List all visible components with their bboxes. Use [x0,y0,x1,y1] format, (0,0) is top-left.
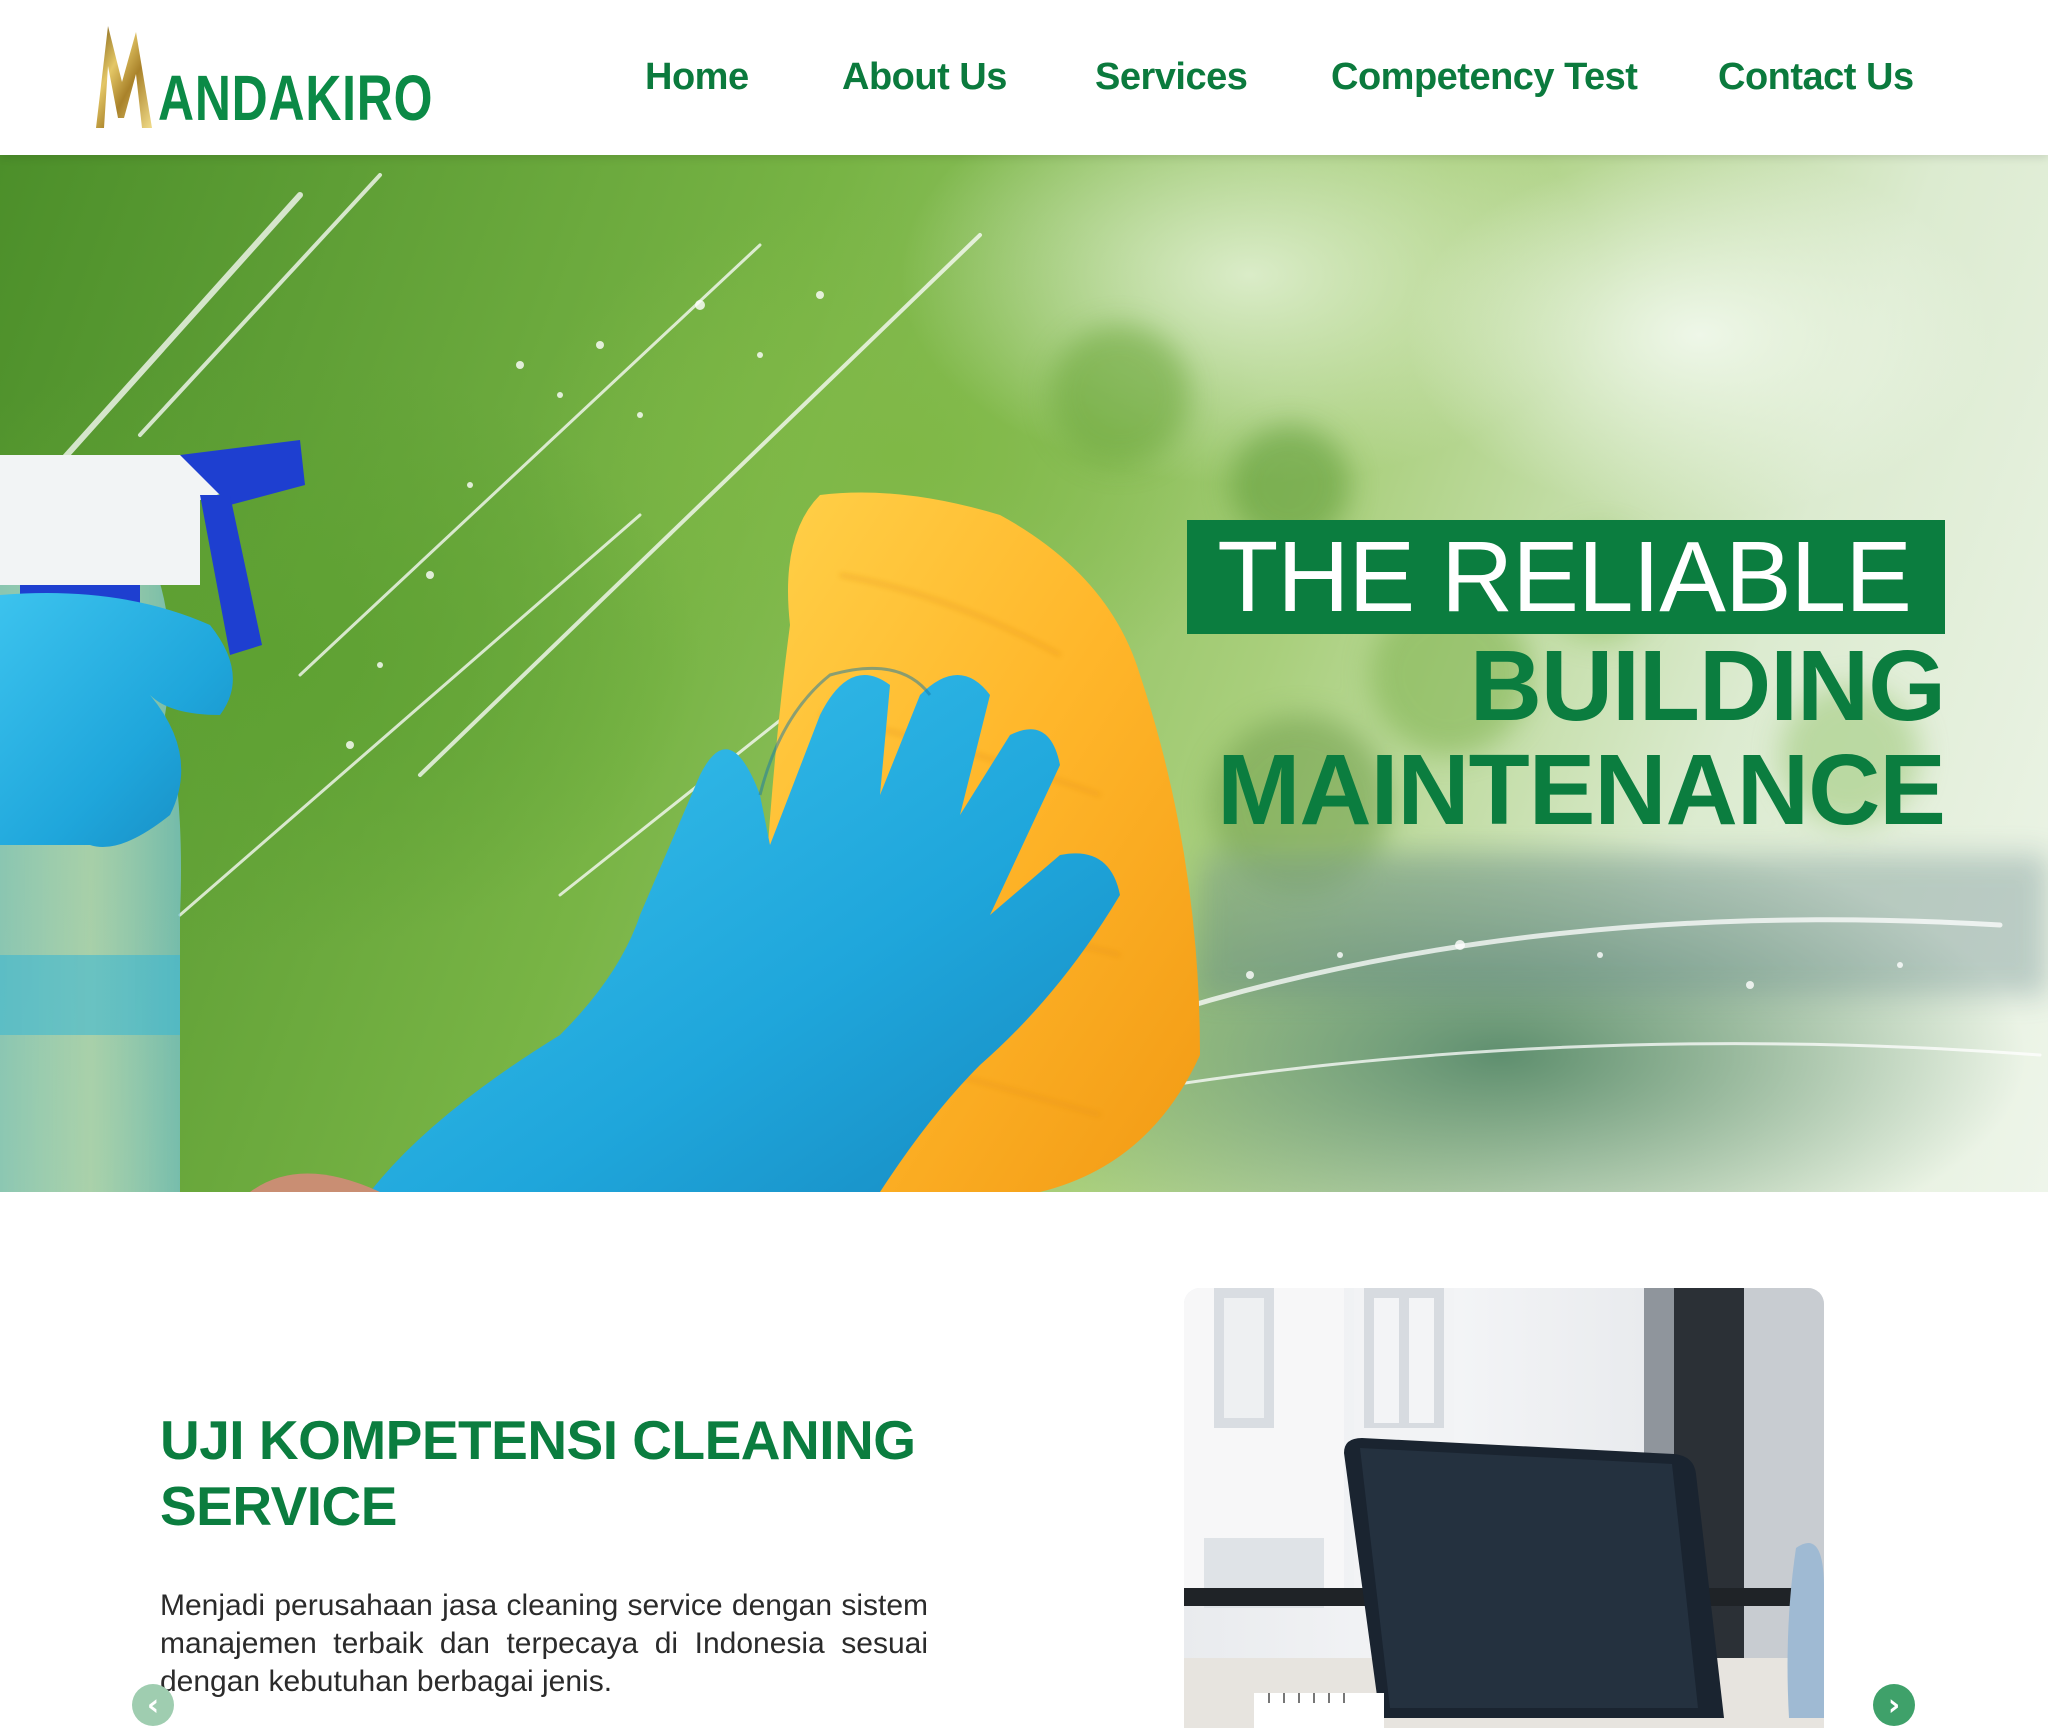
nav-services[interactable]: Services [1095,52,1248,102]
hero-title-line1: THE RELIABLE [1187,520,1945,634]
section-heading: UJI KOMPETENSI CLEANING SERVICE [160,1409,916,1537]
competency-section: UJI KOMPETENSI CLEANING SERVICE Menjadi … [0,1192,2048,1728]
hero-title: THE RELIABLE BUILDING MAINTENANCE [1187,520,1946,846]
nav-contact-us[interactable]: Contact Us [1718,52,1914,102]
hero-title-line3: MAINTENANCE [1217,734,1946,846]
hero-title-line2: BUILDING [1469,630,1946,742]
laptop-window-image [1184,1288,1824,1728]
site-header: ANDAKIRO Home About Us Services Competen… [0,0,2048,155]
laptop-photo [1184,1288,1824,1728]
chevron-left-icon: ‹ [146,1687,160,1723]
chevron-right-icon: › [1887,1687,1901,1723]
nav-home[interactable]: Home [645,52,749,102]
main-nav: Home About Us Services Competency Test C… [0,52,2048,102]
nav-about-us[interactable]: About Us [842,52,1007,102]
section-description: Menjadi perusahaan jasa cleaning service… [160,1589,928,1698]
hero-banner: THE RELIABLE BUILDING MAINTENANCE [0,155,2048,1192]
nav-competency-test[interactable]: Competency Test [1331,52,1638,102]
